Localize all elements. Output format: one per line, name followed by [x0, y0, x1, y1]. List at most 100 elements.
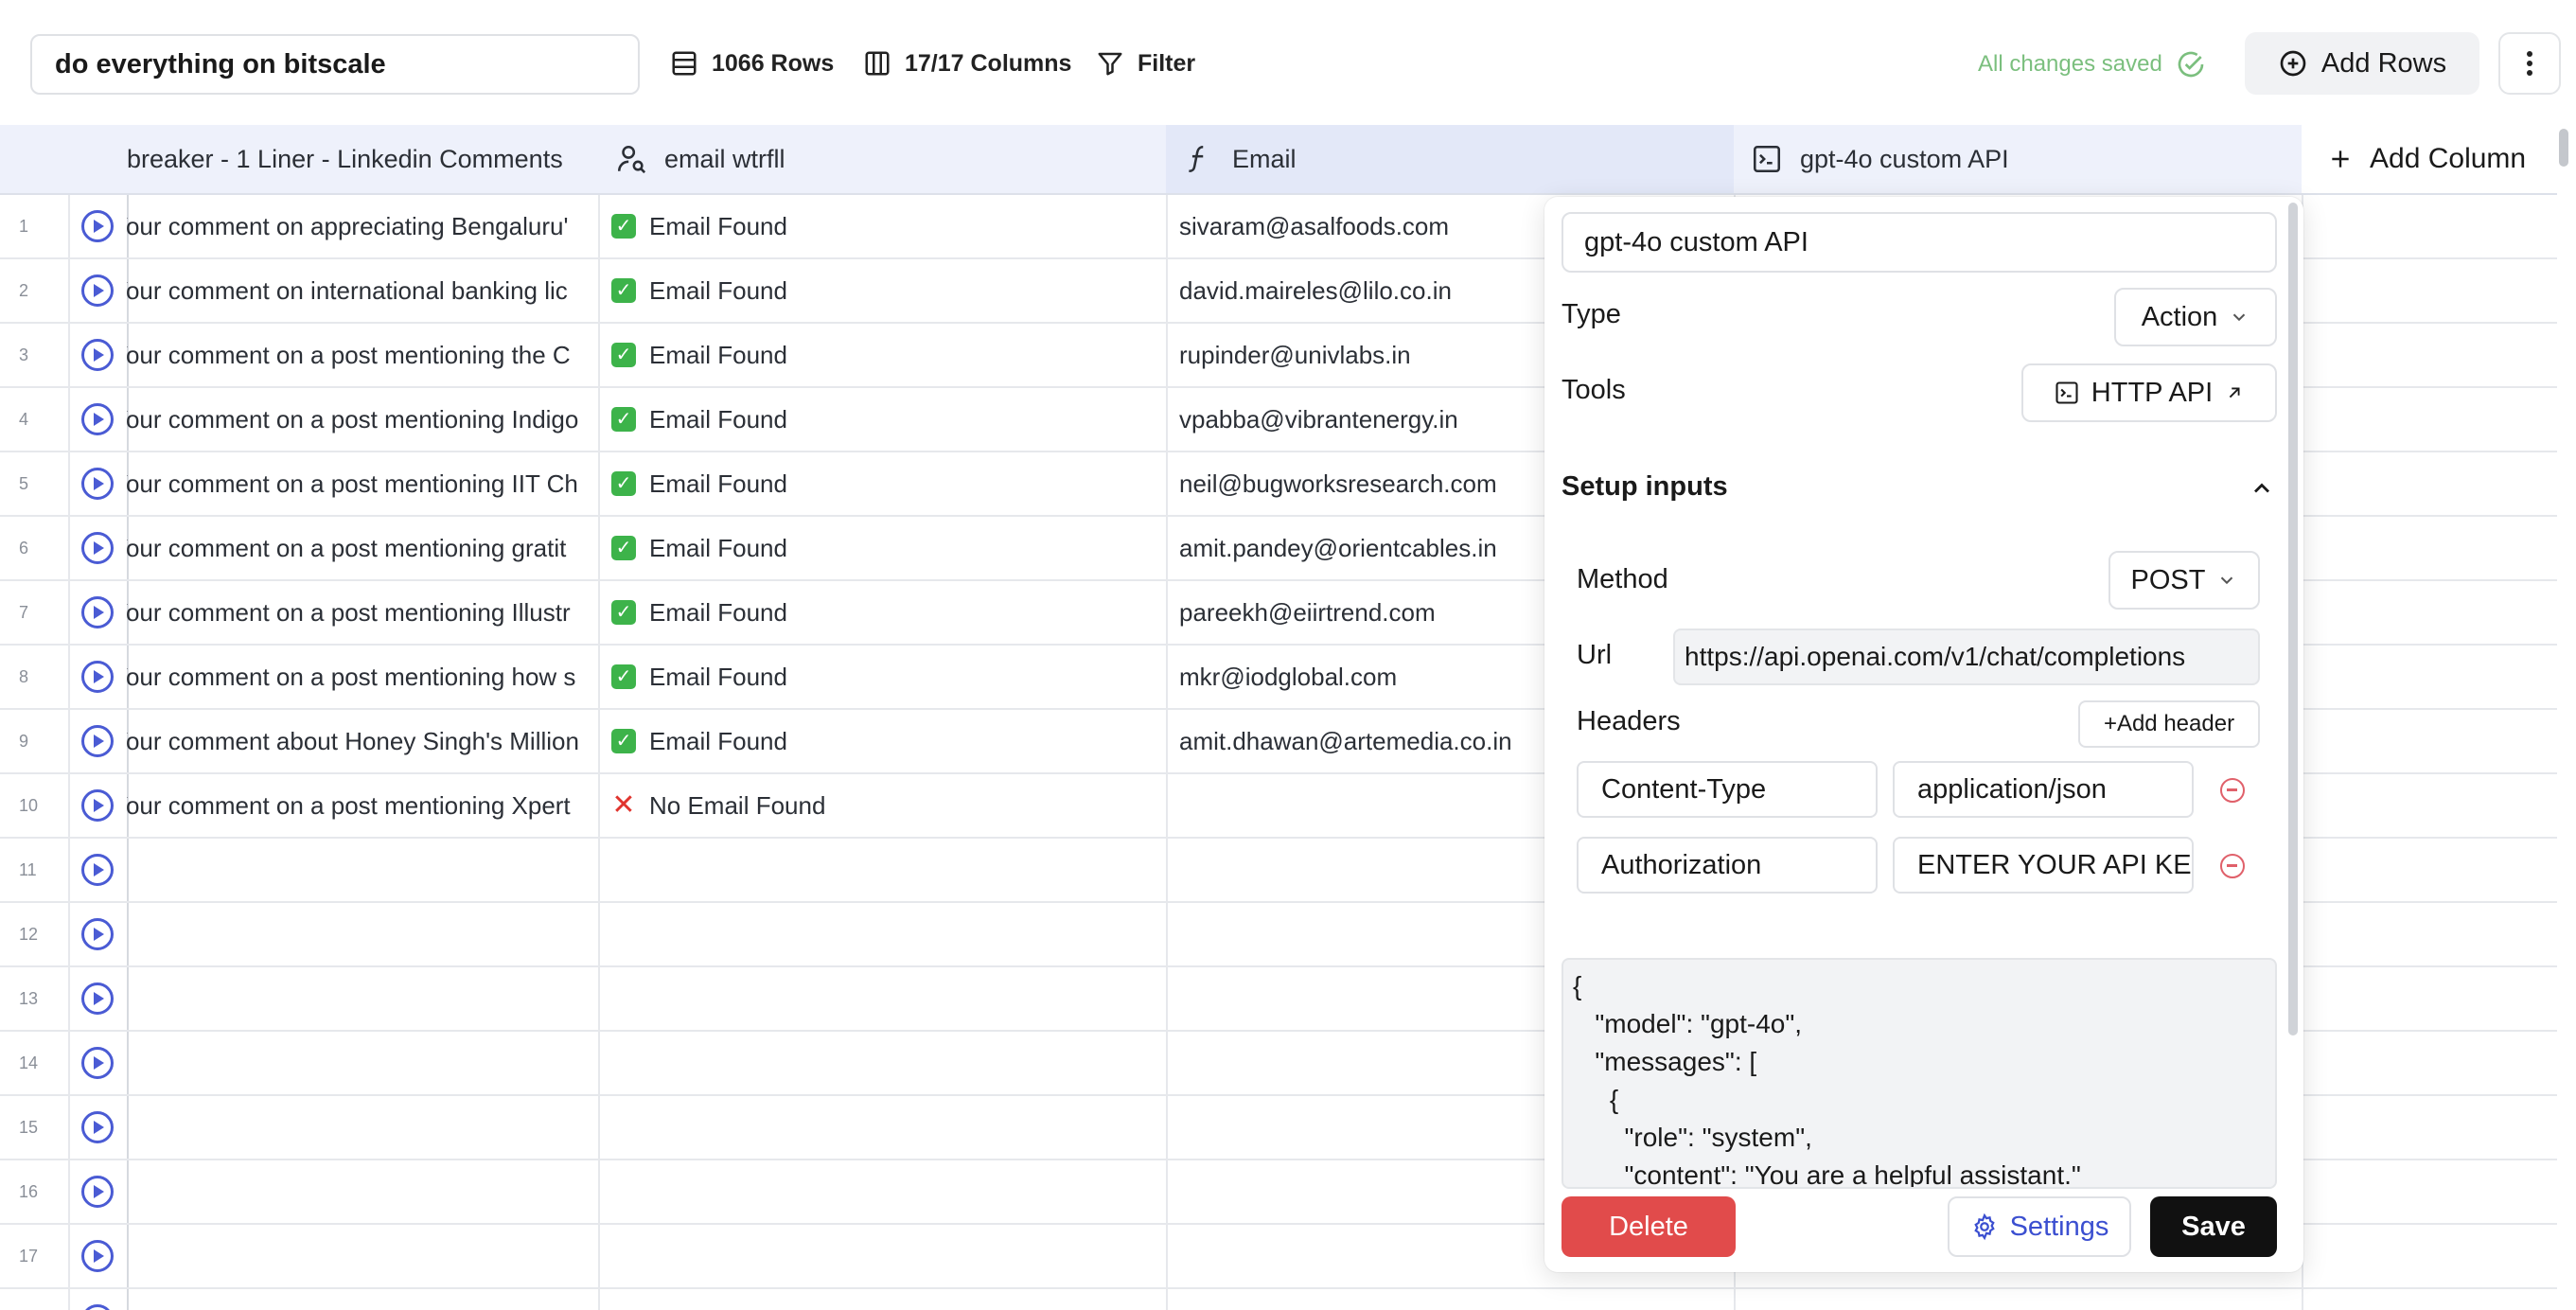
column-header-email[interactable]: Email — [1166, 125, 1736, 195]
comment-text: Your comment on a post mentioning how s — [127, 663, 576, 691]
run-row-icon[interactable] — [81, 918, 114, 950]
request-body-editor[interactable]: { "model": "gpt-4o", "messages": [ { "ro… — [1561, 958, 2277, 1189]
add-column-button[interactable]: Add Column — [2302, 125, 2557, 195]
email-status-cell[interactable]: ✓ Email Found — [598, 259, 1168, 324]
comment-cell[interactable]: Your comment on a post mentioning the C — [127, 324, 600, 388]
email-status-cell[interactable] — [598, 1032, 1168, 1096]
run-row-icon[interactable] — [81, 339, 114, 371]
filter-button[interactable]: Filter — [1096, 44, 1195, 83]
header-value-input[interactable]: application/json — [1893, 761, 2194, 818]
columns-count-label: 17/17 Columns — [905, 49, 1072, 77]
run-row-icon[interactable] — [81, 274, 114, 307]
comment-cell[interactable] — [127, 1225, 600, 1289]
email-status-cell[interactable]: ✓ Email Found — [598, 517, 1168, 581]
email-status-cell[interactable]: ✕ No Email Found — [598, 774, 1168, 839]
check-icon: ✓ — [611, 664, 636, 689]
delete-button[interactable]: Delete — [1561, 1196, 1736, 1257]
type-select[interactable]: Action — [2114, 288, 2277, 346]
rows-count-button[interactable]: 1066 Rows — [670, 44, 834, 83]
save-status-label: All changes saved — [1978, 51, 2162, 77]
comment-cell[interactable] — [127, 1032, 600, 1096]
method-select[interactable]: POST — [2108, 551, 2260, 610]
comment-cell[interactable] — [127, 903, 600, 967]
email-status-cell[interactable]: ✓ Email Found — [598, 324, 1168, 388]
email-status-cell[interactable] — [598, 1160, 1168, 1225]
comment-cell[interactable] — [127, 1160, 600, 1225]
column-name-input[interactable]: gpt-4o custom API — [1561, 212, 2277, 273]
run-row-cell — [68, 774, 129, 839]
run-row-icon[interactable] — [81, 1111, 114, 1143]
filter-icon — [1098, 52, 1122, 76]
save-status: All changes saved — [1978, 45, 2206, 83]
more-options-button[interactable] — [2498, 32, 2561, 95]
comment-cell[interactable]: Your comment about Honey Singh's Million — [127, 710, 600, 774]
run-row-icon[interactable] — [81, 982, 114, 1015]
run-row-icon[interactable] — [81, 725, 114, 757]
comment-cell[interactable]: Your comment on international banking li… — [127, 259, 600, 324]
comment-cell[interactable]: Your comment on appreciating Bengaluru' — [127, 195, 600, 259]
header-value-input[interactable]: ENTER YOUR API KEY — [1893, 837, 2194, 894]
email-status-cell[interactable]: ✓ Email Found — [598, 581, 1168, 646]
email-status-cell[interactable] — [598, 1289, 1168, 1310]
comment-cell[interactable]: Your comment on a post mentioning how s — [127, 646, 600, 710]
comment-cell[interactable] — [127, 967, 600, 1032]
run-row-icon[interactable] — [81, 854, 114, 886]
comment-text: Your comment on a post mentioning Indigo — [127, 405, 579, 434]
comment-cell[interactable]: Your comment on a post mentioning Xpert — [127, 774, 600, 839]
comment-cell[interactable] — [127, 1289, 600, 1310]
url-input[interactable]: https://api.openai.com/v1/chat/completio… — [1673, 628, 2260, 685]
run-row-icon[interactable] — [81, 1176, 114, 1208]
add-header-button[interactable]: +Add header — [2078, 700, 2260, 748]
grid-scrollbar-thumb[interactable] — [2559, 129, 2568, 167]
grid-scrollbar[interactable] — [2555, 125, 2570, 1310]
comment-cell[interactable]: Your comment on a post mentioning Illust… — [127, 581, 600, 646]
run-row-icon[interactable] — [81, 661, 114, 693]
email-status-cell[interactable] — [598, 839, 1168, 903]
panel-scrollbar[interactable] — [2288, 203, 2298, 1036]
email-cell[interactable] — [1166, 1289, 1736, 1310]
run-row-icon[interactable] — [81, 1047, 114, 1079]
columns-count-button[interactable]: 17/17 Columns — [863, 44, 1071, 83]
empty-cell — [2302, 1160, 2557, 1225]
comment-cell[interactable] — [127, 839, 600, 903]
email-status-cell[interactable]: ✓ Email Found — [598, 388, 1168, 452]
sheet-title-input[interactable]: do everything on bitscale — [30, 34, 640, 95]
comment-cell[interactable]: Your comment on a post mentioning IIT Ch — [127, 452, 600, 517]
check-icon: ✓ — [611, 729, 636, 753]
email-status-cell[interactable]: ✓ Email Found — [598, 710, 1168, 774]
email-status-cell[interactable] — [598, 1225, 1168, 1289]
email-status-cell[interactable]: ✓ Email Found — [598, 195, 1168, 259]
tools-http-api-button[interactable]: HTTP API — [2021, 363, 2277, 422]
chevron-up-icon[interactable] — [2249, 475, 2275, 502]
comment-cell[interactable] — [127, 1096, 600, 1160]
run-row-icon[interactable] — [81, 532, 114, 564]
remove-header-icon[interactable] — [2220, 778, 2245, 803]
email-status-cell[interactable]: ✓ Email Found — [598, 452, 1168, 517]
run-row-icon[interactable] — [81, 210, 114, 242]
email-status-cell[interactable]: ✓ Email Found — [598, 646, 1168, 710]
header-key-input[interactable]: Authorization — [1577, 837, 1878, 894]
run-row-icon[interactable] — [81, 1240, 114, 1272]
column-header-linkedin-comments[interactable]: breaker - 1 Liner - Linkedin Comments — [127, 125, 600, 195]
header-key-input[interactable]: Content-Type — [1577, 761, 1878, 818]
email-status-cell[interactable] — [598, 1096, 1168, 1160]
table-row[interactable]: 18 — [0, 1289, 2576, 1310]
run-row-icon[interactable] — [81, 1304, 114, 1310]
comment-cell[interactable]: Your comment on a post mentioning Indigo — [127, 388, 600, 452]
run-row-icon[interactable] — [81, 789, 114, 822]
gpt-api-cell[interactable] — [1734, 1289, 2303, 1310]
run-row-icon[interactable] — [81, 468, 114, 500]
comment-cell[interactable]: Your comment on a post mentioning gratit — [127, 517, 600, 581]
run-row-icon[interactable] — [81, 403, 114, 435]
empty-cell — [2302, 259, 2557, 324]
email-status-cell[interactable] — [598, 903, 1168, 967]
row-number: 11 — [0, 839, 70, 903]
add-rows-button[interactable]: Add Rows — [2245, 32, 2479, 95]
column-header-email-waterfall[interactable]: email wtrfll — [598, 125, 1168, 195]
remove-header-icon[interactable] — [2220, 854, 2245, 878]
email-status-cell[interactable] — [598, 967, 1168, 1032]
run-row-icon[interactable] — [81, 596, 114, 628]
save-button[interactable]: Save — [2150, 1196, 2277, 1257]
settings-button[interactable]: Settings — [1948, 1196, 2131, 1257]
column-header-gpt-custom-api[interactable]: gpt-4o custom API — [1734, 125, 2303, 195]
